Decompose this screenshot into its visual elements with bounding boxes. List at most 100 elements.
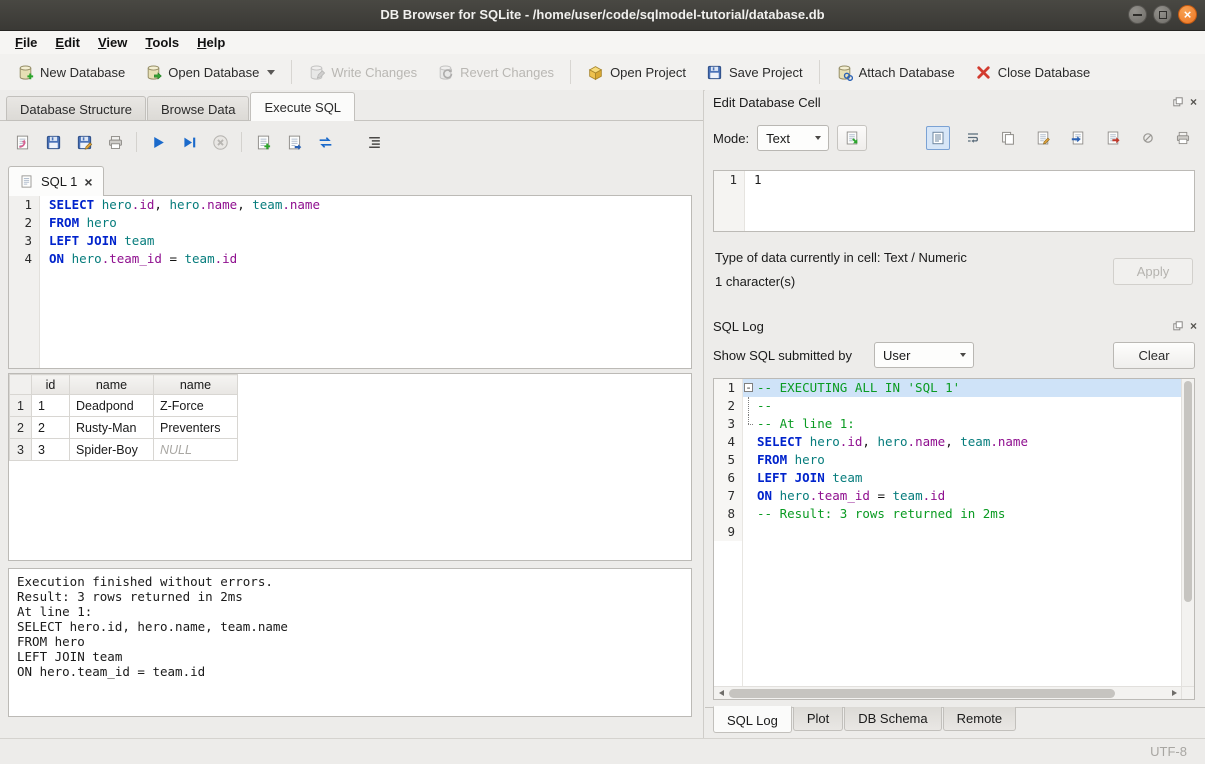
- results-cell[interactable]: Spider-Boy: [70, 439, 154, 461]
- maximize-button[interactable]: [1153, 5, 1172, 24]
- sql-log-line[interactable]: 7ON hero.team_id = team.id: [714, 487, 1194, 505]
- sql-editor[interactable]: 1SELECT hero.id, hero.name, team.name2FR…: [8, 195, 692, 369]
- sql-log-line[interactable]: 1-- EXECUTING ALL IN 'SQL 1': [714, 379, 1194, 397]
- editor-line[interactable]: 4ON hero.team_id = team.id: [9, 250, 691, 268]
- results-cell[interactable]: Z-Force: [154, 395, 238, 417]
- cell-editor[interactable]: 1 1: [713, 170, 1195, 232]
- close-dock-icon[interactable]: ×: [1190, 96, 1197, 108]
- set-null-icon[interactable]: [1136, 126, 1160, 150]
- edit-external-icon[interactable]: [1031, 126, 1055, 150]
- scroll-left-arrow-icon[interactable]: [714, 687, 728, 699]
- tab-browse-data[interactable]: Browse Data: [147, 96, 249, 121]
- editor-line[interactable]: 1SELECT hero.id, hero.name, team.name: [9, 196, 691, 214]
- close-window-button[interactable]: ×: [1178, 5, 1197, 24]
- editor-line[interactable]: 3LEFT JOIN team: [9, 232, 691, 250]
- sql-log-line[interactable]: 9: [714, 523, 1194, 541]
- results-cell[interactable]: Preventers: [154, 417, 238, 439]
- results-cell[interactable]: 3: [32, 439, 70, 461]
- dropdown-arrow-icon: [267, 70, 275, 75]
- word-wrap-icon[interactable]: [961, 126, 985, 150]
- text-view-icon[interactable]: [926, 126, 950, 150]
- copy-icon[interactable]: [996, 126, 1020, 150]
- row-number[interactable]: 3: [10, 439, 32, 461]
- results-col-header[interactable]: id: [32, 375, 70, 395]
- row-number[interactable]: 2: [10, 417, 32, 439]
- save-sql-file-icon[interactable]: [43, 132, 63, 152]
- sql-log-line[interactable]: 4SELECT hero.id, hero.name, team.name: [714, 433, 1194, 451]
- menu-item-help[interactable]: Help: [188, 31, 234, 54]
- editor-line[interactable]: 2FROM hero: [9, 214, 691, 232]
- sql-log-line[interactable]: 6LEFT JOIN team: [714, 469, 1194, 487]
- fold-guide: [742, 415, 757, 433]
- execute-all-icon[interactable]: [148, 132, 168, 152]
- scroll-right-arrow-icon[interactable]: [1167, 687, 1181, 699]
- import-from-file-button[interactable]: [837, 125, 867, 151]
- save-project-label: Save Project: [729, 65, 803, 80]
- scrollbar-thumb[interactable]: [729, 689, 1115, 698]
- print-cell-icon[interactable]: [1171, 126, 1195, 150]
- titlebar[interactable]: DB Browser for SQLite - /home/user/code/…: [0, 0, 1205, 31]
- log-horizontal-scrollbar[interactable]: [714, 686, 1181, 699]
- cell-value: 1: [744, 171, 762, 189]
- sql-log-line[interactable]: 3-- At line 1:: [714, 415, 1194, 433]
- sql-log-line[interactable]: 5FROM hero: [714, 451, 1194, 469]
- results-cell[interactable]: 1: [32, 395, 70, 417]
- attach-database-icon: [836, 64, 853, 81]
- menu-item-view[interactable]: View: [89, 31, 136, 54]
- save-project-button[interactable]: Save Project: [697, 57, 812, 87]
- minimize-button[interactable]: [1128, 5, 1147, 24]
- float-dock-icon[interactable]: [1173, 321, 1183, 331]
- sql-log-view[interactable]: 1-- EXECUTING ALL IN 'SQL 1'2--3-- At li…: [713, 378, 1195, 700]
- export-icon[interactable]: [1101, 126, 1125, 150]
- log-vertical-scrollbar[interactable]: [1181, 379, 1194, 686]
- results-cell[interactable]: 2: [32, 417, 70, 439]
- fold-guide: [742, 433, 757, 451]
- fold-toggle-icon[interactable]: [742, 379, 757, 397]
- print-icon[interactable]: [105, 132, 125, 152]
- window-controls: ×: [1128, 5, 1197, 24]
- main-toolbar: New Database Open Database Write Changes…: [0, 54, 1205, 91]
- open-database-button[interactable]: Open Database: [136, 57, 284, 87]
- close-tab-icon[interactable]: ×: [84, 175, 92, 189]
- sql-file-icon: [19, 174, 34, 189]
- find-replace-icon[interactable]: [315, 132, 335, 152]
- menu-item-edit[interactable]: Edit: [46, 31, 89, 54]
- new-database-button[interactable]: New Database: [8, 57, 134, 87]
- tab-db-schema[interactable]: DB Schema: [844, 707, 941, 731]
- mode-select[interactable]: Text: [757, 125, 829, 151]
- new-tab-icon[interactable]: [253, 132, 273, 152]
- sql-tab[interactable]: SQL 1 ×: [8, 166, 104, 196]
- sql-log-line[interactable]: 8-- Result: 3 rows returned in 2ms: [714, 505, 1194, 523]
- results-col-header[interactable]: name: [154, 375, 238, 395]
- tab-execute-sql[interactable]: Execute SQL: [250, 92, 355, 121]
- results-col-header[interactable]: name: [70, 375, 154, 395]
- row-number[interactable]: 1: [10, 395, 32, 417]
- close-database-button[interactable]: Close Database: [966, 57, 1100, 87]
- results-cell[interactable]: Deadpond: [70, 395, 154, 417]
- tab-remote[interactable]: Remote: [943, 707, 1017, 731]
- log-filter-select[interactable]: User: [874, 342, 974, 368]
- float-dock-icon[interactable]: [1173, 97, 1183, 107]
- open-sql-file-icon[interactable]: [12, 132, 32, 152]
- clear-log-button[interactable]: Clear: [1113, 342, 1195, 369]
- scrollbar-thumb[interactable]: [1184, 381, 1192, 602]
- auto-format-icon[interactable]: [364, 132, 384, 152]
- tab-plot[interactable]: Plot: [793, 707, 843, 731]
- results-cell[interactable]: NULL: [154, 439, 238, 461]
- menu-item-file[interactable]: File: [6, 31, 46, 54]
- tab-database-structure[interactable]: Database Structure: [6, 96, 146, 121]
- sql-log-line[interactable]: 2--: [714, 397, 1194, 415]
- execute-current-line-icon[interactable]: [179, 132, 199, 152]
- execution-output[interactable]: Execution finished without errors. Resul…: [8, 568, 692, 717]
- revert-changes-icon: [437, 64, 454, 81]
- attach-database-button[interactable]: Attach Database: [827, 57, 964, 87]
- tab-sql-log[interactable]: SQL Log: [713, 706, 792, 733]
- close-dock-icon[interactable]: ×: [1190, 320, 1197, 332]
- import-icon[interactable]: [1066, 126, 1090, 150]
- revert-changes-label: Revert Changes: [460, 65, 554, 80]
- results-cell[interactable]: Rusty-Man: [70, 417, 154, 439]
- open-project-button[interactable]: Open Project: [578, 57, 695, 87]
- open-tab-icon[interactable]: [284, 132, 304, 152]
- menu-item-tools[interactable]: Tools: [136, 31, 188, 54]
- save-sql-as-icon[interactable]: [74, 132, 94, 152]
